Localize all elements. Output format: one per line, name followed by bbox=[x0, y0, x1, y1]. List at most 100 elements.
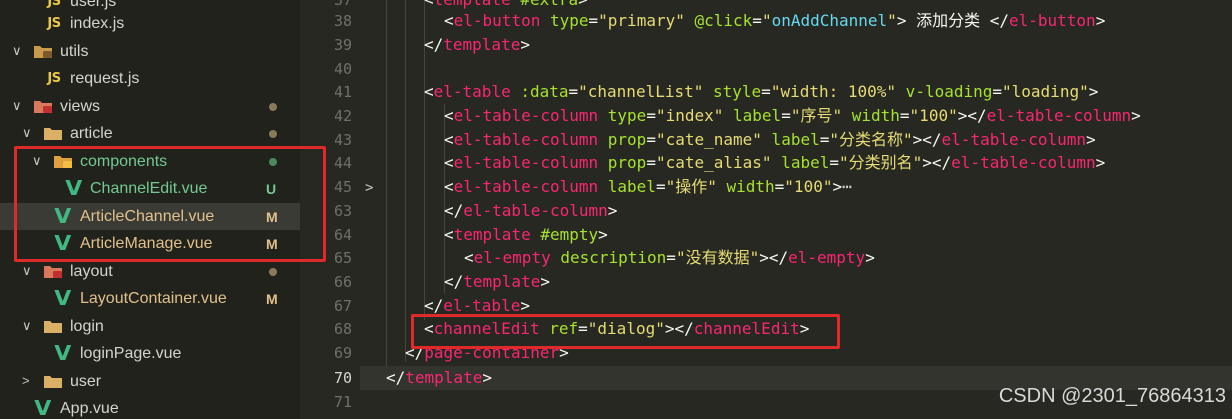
code-line[interactable]: <el-table-column prop="cate_alias" label… bbox=[444, 151, 1105, 175]
token-at: width bbox=[716, 177, 775, 196]
token-st: "序号" bbox=[790, 106, 843, 125]
chevron-down-icon[interactable]: ∨ bbox=[22, 316, 32, 336]
token-t: > bbox=[607, 201, 618, 220]
tree-item-label: utils bbox=[60, 43, 89, 60]
chevron-down-icon[interactable]: ∨ bbox=[12, 41, 22, 61]
token-t: </ bbox=[386, 368, 406, 387]
token-st: " bbox=[761, 11, 772, 30]
line-number: 39 bbox=[333, 36, 352, 54]
token-at: label bbox=[598, 177, 656, 196]
code-line[interactable]: <el-button type="primary" @click="onAddC… bbox=[444, 9, 1105, 33]
tree-item-loginpage-vue[interactable]: VloginPage.vue bbox=[0, 340, 300, 367]
code-line[interactable]: <el-table-column label="操作" width="100">… bbox=[444, 175, 852, 199]
layout-folder-icon bbox=[43, 262, 63, 280]
indent-guide bbox=[405, 0, 406, 362]
token-t: = bbox=[646, 106, 656, 125]
line-number: 69 bbox=[333, 344, 352, 362]
js-file-icon: JS bbox=[47, 0, 61, 9]
token-t: < bbox=[444, 153, 454, 172]
token-st: "操作" bbox=[665, 177, 717, 196]
line-number: 67 bbox=[333, 297, 352, 315]
chevron-down-icon[interactable]: ∨ bbox=[22, 123, 32, 143]
tree-item-request-js[interactable]: JS request.js bbox=[0, 65, 300, 92]
token-t: = bbox=[819, 130, 830, 149]
token-t: ></ bbox=[912, 130, 942, 149]
token-t: = bbox=[774, 177, 785, 196]
tree-item-app-vue[interactable]: V App.vue bbox=[0, 395, 300, 419]
folder-icon bbox=[43, 372, 63, 390]
tree-item-article[interactable]: ∨ article bbox=[0, 120, 300, 147]
token-t: </ bbox=[444, 272, 464, 291]
code-line[interactable]: <el-table :data="channelList" style="wid… bbox=[424, 80, 1098, 104]
token-t: > bbox=[1088, 82, 1099, 101]
tree-item-layoutcontainer-vue[interactable]: V LayoutContainer.vue M bbox=[0, 285, 300, 312]
token-st: " bbox=[887, 11, 897, 30]
code-line[interactable]: </template> bbox=[444, 270, 550, 294]
line-number: 38 bbox=[333, 12, 352, 30]
code-line[interactable]: <el-table-column prop="cate_name" label=… bbox=[444, 128, 1096, 152]
chevron-down-icon[interactable]: ∨ bbox=[22, 261, 32, 281]
code-line[interactable]: </el-table-column> bbox=[444, 199, 617, 223]
tree-item-label: views bbox=[60, 98, 101, 115]
token-t: ></ bbox=[759, 248, 789, 267]
tree-item-utils[interactable]: ∨ utils bbox=[0, 38, 300, 65]
chevron-down-icon[interactable]: ∨ bbox=[12, 96, 22, 116]
token-t: < bbox=[464, 248, 474, 267]
token-t: </ bbox=[424, 35, 444, 54]
js-file-icon: JS bbox=[47, 15, 61, 31]
token-t: = bbox=[646, 130, 656, 149]
token-t: > bbox=[1095, 153, 1106, 172]
token-tag: el-button bbox=[1008, 11, 1096, 30]
tree-item-index-js[interactable]: JS index.js bbox=[0, 10, 300, 37]
code-line[interactable]: </template> bbox=[386, 366, 492, 390]
line-number: 42 bbox=[333, 107, 352, 125]
code-editor[interactable]: 373839404142434445636465666768697071 <te… bbox=[300, 0, 1232, 419]
tree-item-label: index.js bbox=[70, 15, 125, 32]
vue-file-icon: V bbox=[34, 396, 52, 419]
chevron-right-icon[interactable]: > bbox=[22, 371, 30, 391]
token-tag: el-table-column bbox=[453, 106, 599, 125]
token-at: prop bbox=[598, 153, 647, 172]
tree-item-layout[interactable]: ∨ layout bbox=[0, 258, 300, 285]
token-t: > bbox=[520, 35, 530, 54]
tree-item-user[interactable]: > user bbox=[0, 368, 300, 395]
token-st: "cate_name" bbox=[655, 130, 762, 149]
fold-expand-icon[interactable]: > bbox=[365, 180, 373, 196]
token-at: #extra bbox=[511, 0, 578, 9]
code-line[interactable]: <template #empty> bbox=[444, 223, 608, 247]
token-t: = bbox=[655, 177, 666, 196]
tree-item-label: loginPage.vue bbox=[80, 345, 182, 362]
token-tag: el-table-column bbox=[453, 153, 599, 172]
token-at: label bbox=[771, 153, 830, 172]
token-tag: el-table-column bbox=[986, 106, 1132, 125]
token-fold: ⋯ bbox=[842, 177, 852, 196]
views-folder-icon bbox=[33, 97, 53, 115]
token-t: > bbox=[520, 296, 530, 315]
token-t: ></ bbox=[922, 153, 952, 172]
code-line[interactable]: </template> bbox=[424, 33, 530, 57]
tree-item-login[interactable]: ∨ login bbox=[0, 313, 300, 340]
token-t: </ bbox=[444, 201, 464, 220]
tree-item-label: App.vue bbox=[60, 400, 119, 417]
token-st: "index" bbox=[655, 106, 724, 125]
tree-item-views[interactable]: ∨ views bbox=[0, 93, 300, 120]
token-t: > bbox=[578, 0, 588, 9]
token-t: = bbox=[781, 106, 791, 125]
line-number: 71 bbox=[333, 393, 352, 411]
code-line[interactable]: <el-empty description="没有数据"></el-empty> bbox=[464, 246, 875, 270]
token-st: "100" bbox=[909, 106, 958, 125]
token-at: label bbox=[723, 106, 782, 125]
token-at: label bbox=[761, 130, 820, 149]
line-number: 70 bbox=[333, 369, 352, 387]
line-number: 68 bbox=[333, 320, 352, 338]
js-file-icon: JS bbox=[47, 70, 61, 86]
token-t: = bbox=[899, 106, 910, 125]
token-t: = bbox=[992, 82, 1003, 101]
highlight-box-channeledit bbox=[411, 314, 840, 349]
token-t: > bbox=[482, 368, 492, 387]
token-tag: el-table-column bbox=[453, 177, 599, 196]
git-status-badge: M bbox=[266, 291, 278, 307]
code-line[interactable]: <el-table-column type="index" label="序号"… bbox=[444, 104, 1141, 128]
csdn-watermark: CSDN @2301_76864313 bbox=[998, 385, 1226, 407]
token-at: width bbox=[842, 106, 900, 125]
